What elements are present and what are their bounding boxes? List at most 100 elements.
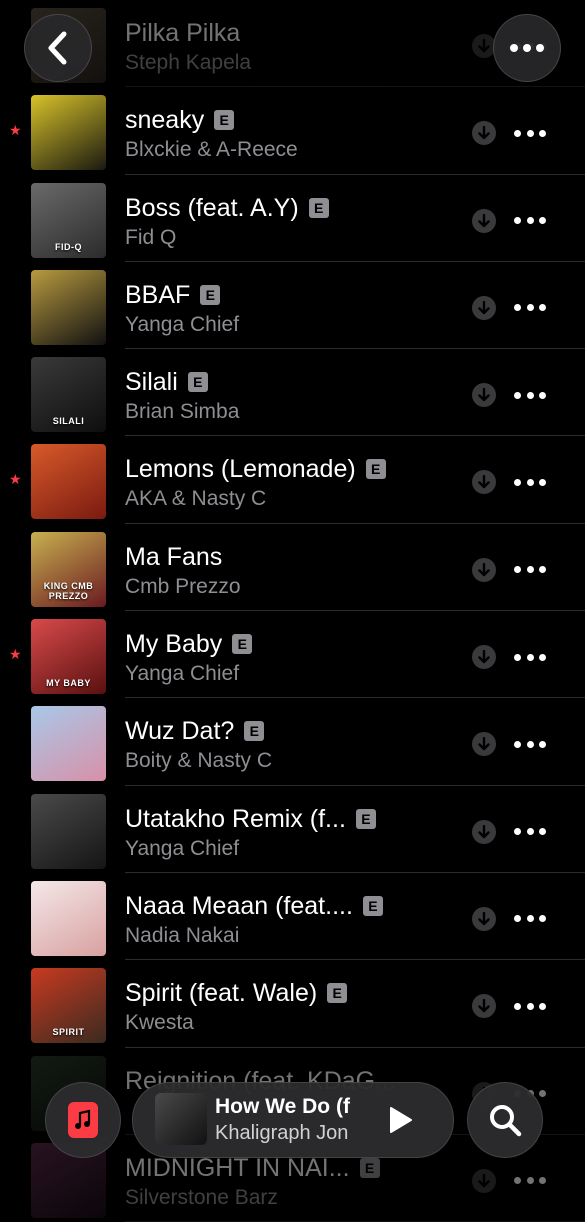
artwork-text: SILALI	[52, 416, 85, 427]
explicit-badge: E	[359, 1157, 380, 1178]
download-arrow-icon	[478, 824, 490, 838]
track-row[interactable]: FID-Q Boss (feat. A.Y) E Fid Q	[0, 175, 585, 262]
favorite-star-icon: ★	[9, 646, 22, 663]
download-button[interactable]	[472, 732, 496, 757]
album-artwork	[31, 269, 106, 345]
ellipsis-icon	[514, 653, 521, 661]
now-playing-artist: Khaligraph Jon	[215, 1122, 349, 1144]
explicit-badge: E	[327, 983, 348, 1004]
ellipsis-icon	[514, 1177, 521, 1185]
track-row[interactable]: BBAF E Yanga Chief	[0, 262, 585, 350]
track-more-button[interactable]	[514, 1171, 546, 1191]
library-button[interactable]	[45, 1082, 121, 1158]
explicit-badge: E	[365, 459, 386, 480]
track-title: Naaa Meaan (feat....	[125, 891, 353, 920]
download-button[interactable]	[472, 470, 496, 495]
download-arrow-icon	[478, 650, 490, 664]
download-button[interactable]	[472, 994, 496, 1019]
track-title: Wuz Dat?	[125, 717, 235, 746]
album-artwork: FID-Q	[31, 182, 106, 258]
download-button[interactable]	[472, 121, 496, 146]
mini-player[interactable]: How We Do (f Khaligraph Jon	[132, 1082, 454, 1158]
track-row[interactable]: Utatakho Remix (f... E Yanga Chief	[0, 786, 585, 873]
track-title: Lemons (Lemonade)	[125, 455, 356, 484]
download-button[interactable]	[472, 383, 496, 408]
track-row[interactable]: ★ Lemons (Lemonade) E AKA & Nasty C	[0, 436, 585, 524]
download-button[interactable]	[472, 208, 496, 233]
download-button[interactable]	[472, 819, 496, 844]
download-arrow-icon	[478, 126, 490, 140]
explicit-badge: E	[244, 721, 265, 742]
more-options-button[interactable]	[493, 14, 561, 82]
track-more-button[interactable]	[514, 909, 546, 929]
track-row[interactable]: ★ sneaky E Blxckie & A-Reece	[0, 87, 585, 175]
search-icon	[490, 1105, 522, 1137]
explicit-badge: E	[200, 284, 221, 305]
ellipsis-icon	[514, 478, 521, 486]
track-row[interactable]: KING CMB PREZZO Ma Fans Cmb Prezzo	[0, 524, 585, 612]
download-arrow-icon	[478, 39, 490, 53]
track-artist: Fid Q	[125, 225, 177, 249]
artwork-text: FID-Q	[55, 241, 82, 252]
search-button[interactable]	[467, 1082, 543, 1158]
track-more-button[interactable]	[514, 734, 546, 754]
explicit-badge: E	[187, 372, 208, 393]
album-artwork	[31, 444, 106, 520]
track-more-button[interactable]	[514, 472, 546, 492]
chevron-left-icon	[48, 31, 67, 65]
track-more-button[interactable]	[514, 123, 546, 143]
track-title: Pilka Pilka	[125, 19, 241, 47]
download-arrow-icon	[478, 213, 490, 227]
music-note-icon	[68, 1102, 98, 1138]
track-more-button[interactable]	[514, 647, 546, 667]
explicit-badge: E	[214, 110, 235, 131]
download-button[interactable]	[472, 295, 496, 320]
ellipsis-icon	[514, 915, 521, 923]
track-row[interactable]: SILALI Silali E Brian Simba	[0, 349, 585, 437]
track-title: My Baby	[125, 630, 223, 659]
track-more-button[interactable]	[514, 385, 546, 405]
track-more-button[interactable]	[514, 298, 546, 318]
album-artwork: MY BABY	[31, 619, 106, 695]
now-playing-artwork	[155, 1093, 207, 1145]
track-artist: Cmb Prezzo	[125, 574, 241, 598]
track-artist: Kwesta	[125, 1011, 194, 1035]
ellipsis-icon	[514, 304, 521, 312]
explicit-badge: E	[308, 197, 329, 218]
track-artist: Blxckie & A-Reece	[125, 138, 298, 162]
track-title: Ma Fans	[125, 542, 223, 571]
track-artist: Boity & Nasty C	[125, 749, 273, 773]
download-arrow-icon	[478, 911, 490, 926]
album-artwork: SILALI	[31, 357, 106, 433]
album-artwork	[31, 95, 106, 171]
favorite-star-icon: ★	[9, 471, 22, 488]
track-title: Spirit (feat. Wale)	[125, 979, 318, 1008]
track-artist: Yanga Chief	[125, 662, 240, 686]
ellipsis-icon	[514, 828, 521, 836]
track-artist: Yanga Chief	[125, 312, 240, 336]
download-button[interactable]	[472, 1168, 496, 1193]
favorite-star-icon: ★	[9, 122, 22, 139]
play-icon[interactable]	[385, 1105, 415, 1135]
track-row[interactable]: ★ MY BABY My Baby E Yanga Chief	[0, 611, 585, 699]
track-row[interactable]: SPIRIT Spirit (feat. Wale) E Kwesta	[0, 960, 585, 1048]
download-button[interactable]	[472, 645, 496, 670]
download-button[interactable]	[472, 906, 496, 931]
explicit-badge: E	[362, 895, 383, 916]
track-row[interactable]: Wuz Dat? E Boity & Nasty C	[0, 698, 585, 786]
track-title: Silali	[125, 368, 178, 397]
track-more-button[interactable]	[514, 211, 546, 231]
back-button[interactable]	[24, 14, 92, 82]
track-artist: Brian Simba	[125, 400, 240, 424]
download-arrow-icon	[478, 300, 490, 315]
ellipsis-icon	[514, 129, 521, 137]
track-more-button[interactable]	[514, 996, 546, 1016]
track-more-button[interactable]	[514, 560, 546, 580]
album-artwork	[31, 706, 106, 782]
artwork-text: KING CMB PREZZO	[43, 580, 94, 601]
download-arrow-icon	[478, 475, 490, 489]
download-button[interactable]	[472, 557, 496, 582]
track-row[interactable]: Naaa Meaan (feat.... E Nadia Nakai	[0, 873, 585, 961]
artwork-text: SPIRIT	[52, 1027, 85, 1038]
track-more-button[interactable]	[514, 822, 546, 842]
